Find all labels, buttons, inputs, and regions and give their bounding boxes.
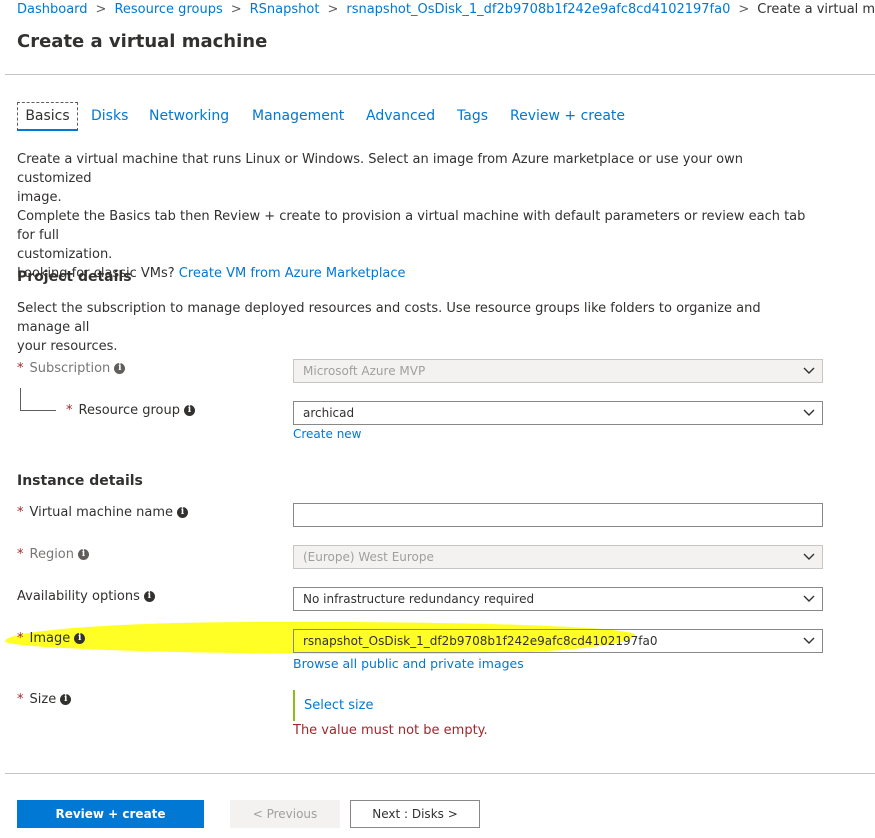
tab-review-create[interactable]: Review + create	[510, 108, 625, 124]
divider	[5, 74, 875, 75]
image-label: * Image i	[17, 631, 86, 646]
info-icon[interactable]: i	[60, 694, 72, 705]
vm-name-input[interactable]	[293, 503, 823, 527]
review-create-button[interactable]: Review + create	[17, 800, 204, 828]
instance-details-heading: Instance details	[17, 473, 143, 489]
project-details-desc: Select the subscription to manage deploy…	[17, 301, 761, 354]
chevron-down-icon	[803, 595, 815, 602]
breadcrumb-dashboard[interactable]: Dashboard	[17, 2, 88, 17]
region-label: * Region i	[17, 547, 90, 562]
size-selector: Select size	[293, 690, 373, 721]
next-disks-button[interactable]: Next : Disks >	[350, 800, 480, 828]
required-icon: *	[66, 403, 73, 418]
breadcrumb-rsnapshot[interactable]: RSnapshot	[250, 2, 320, 17]
info-icon[interactable]: i	[143, 591, 155, 602]
required-icon: *	[17, 505, 24, 520]
chevron-down-icon	[803, 637, 815, 644]
size-error-message: The value must not be empty.	[293, 723, 488, 738]
previous-button[interactable]: < Previous	[230, 800, 340, 828]
breadcrumb-current: Create a virtual machine	[757, 2, 875, 17]
chevron-right-icon: >	[95, 2, 107, 17]
tree-connector	[20, 410, 56, 411]
tab-tags[interactable]: Tags	[457, 108, 488, 124]
chevron-right-icon: >	[738, 2, 750, 17]
image-select[interactable]: rsnapshot_OsDisk_1_df2b9708b1f242e9afc8c…	[293, 629, 823, 653]
required-icon: *	[17, 361, 24, 376]
availability-select[interactable]: No infrastructure redundancy required	[293, 587, 823, 611]
tab-disks[interactable]: Disks	[91, 108, 128, 124]
breadcrumb-resource-groups[interactable]: Resource groups	[114, 2, 222, 17]
browse-images-link[interactable]: Browse all public and private images	[293, 656, 524, 671]
required-icon: *	[17, 631, 24, 646]
availability-label: Availability options i	[17, 589, 155, 604]
chevron-right-icon: >	[327, 2, 339, 17]
breadcrumb-osdisk[interactable]: rsnapshot_OsDisk_1_df2b9708b1f242e9afc8c…	[346, 2, 730, 17]
tree-connector	[20, 388, 21, 410]
info-icon[interactable]: i	[74, 633, 86, 644]
chevron-down-icon	[803, 553, 815, 560]
tab-management[interactable]: Management	[252, 108, 344, 124]
size-label: * Size i	[17, 692, 72, 707]
divider	[5, 773, 875, 774]
page-title: Create a virtual machine	[17, 31, 268, 52]
tab-networking[interactable]: Networking	[149, 108, 229, 124]
resource-group-select[interactable]: archicad	[293, 401, 823, 425]
project-details-heading: Project details	[17, 269, 132, 285]
info-icon[interactable]: i	[184, 405, 196, 416]
region-select[interactable]: (Europe) West Europe	[293, 545, 823, 569]
create-vm-marketplace-link[interactable]: Create VM from Azure Marketplace	[179, 266, 406, 281]
chevron-down-icon	[803, 367, 815, 374]
required-icon: *	[17, 547, 24, 562]
subscription-select[interactable]: Microsoft Azure MVP	[293, 359, 823, 383]
vm-name-label: * Virtual machine name i	[17, 505, 188, 520]
intro-text: Create a virtual machine that runs Linux…	[17, 152, 806, 281]
chevron-down-icon	[803, 409, 815, 416]
select-size-link[interactable]: Select size	[304, 698, 373, 713]
required-icon: *	[17, 692, 24, 707]
chevron-right-icon: >	[230, 2, 242, 17]
tab-advanced[interactable]: Advanced	[366, 108, 435, 124]
tab-basics[interactable]: Basics	[17, 102, 78, 131]
breadcrumb: Dashboard > Resource groups > RSnapshot > rsna…	[17, 2, 875, 20]
create-new-link[interactable]: Create new	[293, 427, 362, 441]
resource-group-label: * Resource group i	[66, 403, 196, 418]
info-icon[interactable]: i	[176, 507, 188, 518]
subscription-label: * Subscription i	[17, 361, 126, 376]
info-icon[interactable]: i	[114, 363, 126, 374]
info-icon[interactable]: i	[78, 549, 90, 560]
